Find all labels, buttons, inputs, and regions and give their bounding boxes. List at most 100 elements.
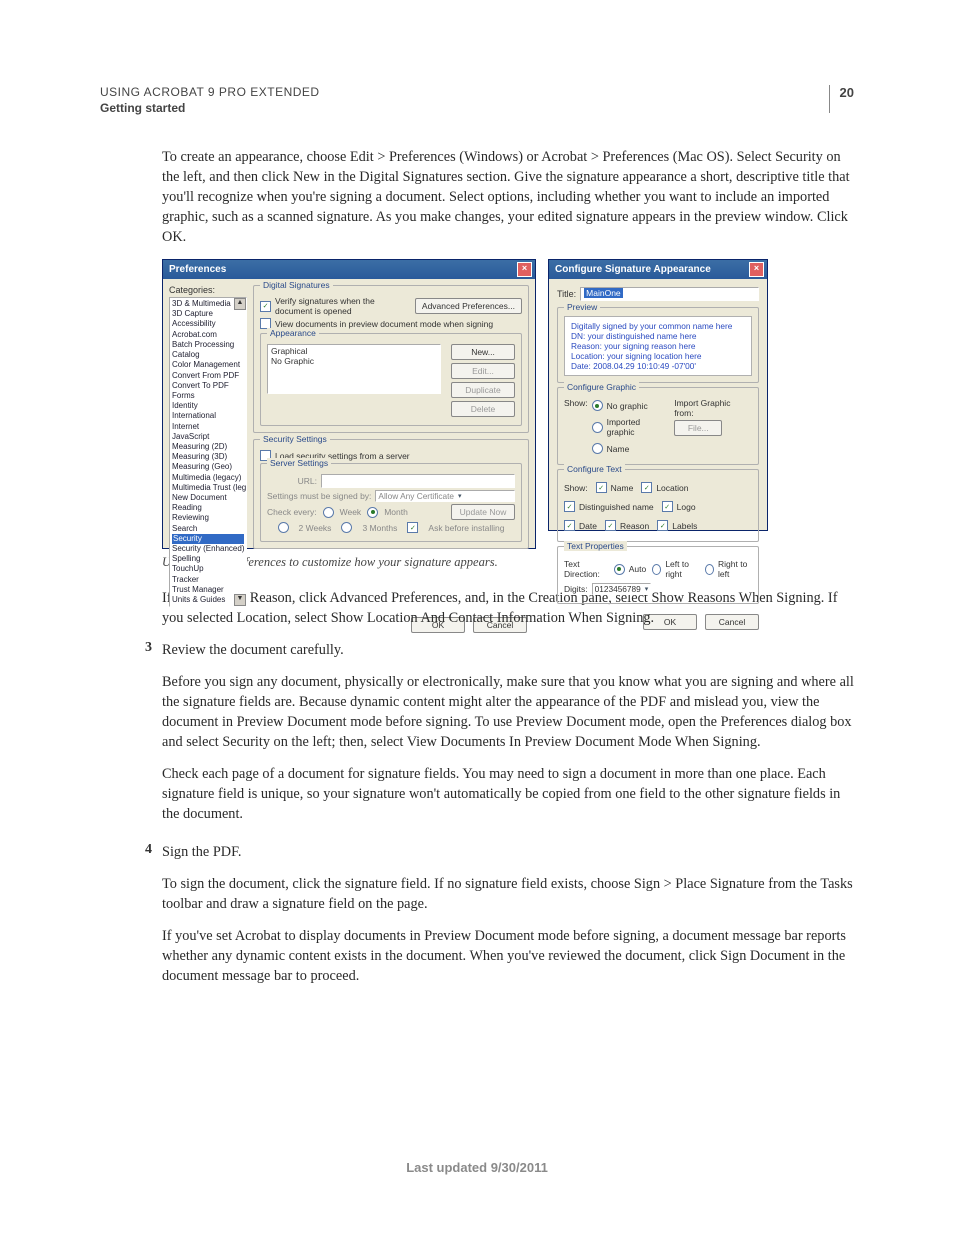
list-item[interactable]: Reviewing — [172, 513, 244, 523]
close-icon[interactable]: × — [517, 262, 532, 277]
graphic-row: Show: No graphic Imported graphic Name I… — [564, 398, 752, 456]
list-item[interactable]: Catalog — [172, 350, 244, 360]
group-title: Configure Graphic — [564, 382, 639, 392]
list-item[interactable]: Convert From PDF — [172, 371, 244, 381]
list-item[interactable]: Internet — [172, 422, 244, 432]
list-item[interactable]: International — [172, 411, 244, 421]
preview-line: Reason: your signing reason here — [571, 341, 745, 351]
date-checkbox[interactable]: ✓ — [564, 520, 575, 531]
group-title: Server Settings — [267, 458, 331, 468]
check-week-radio[interactable] — [323, 507, 334, 518]
step-number: 4 — [140, 842, 152, 998]
dir-rtl-radio[interactable] — [705, 564, 714, 575]
dir-ltr-radio[interactable] — [652, 564, 661, 575]
title-value: MainOne — [584, 288, 623, 298]
group-title: Appearance — [267, 328, 319, 338]
appearance-row: Graphical No Graphic New... Edit... Dupl… — [267, 344, 515, 417]
list-item[interactable]: Security (Enhanced) — [172, 544, 244, 554]
new-button[interactable]: New... — [451, 344, 515, 360]
list-item[interactable]: Measuring (2D) — [172, 442, 244, 452]
header-section: Getting started — [100, 101, 320, 115]
list-item[interactable]: No Graphic — [271, 356, 437, 366]
page-header: USING ACROBAT 9 PRO EXTENDED Getting sta… — [100, 85, 854, 115]
url-input[interactable] — [321, 474, 515, 488]
list-item[interactable]: Reading — [172, 503, 244, 513]
imported-graphic-radio[interactable] — [592, 422, 603, 433]
reason-checkbox[interactable]: ✓ — [605, 520, 616, 531]
list-item[interactable]: Multimedia (legacy) — [172, 473, 244, 483]
verify-checkbox[interactable]: ✓ — [260, 301, 271, 312]
group-title: Preview — [564, 302, 600, 312]
list-item[interactable]: Spelling — [172, 554, 244, 564]
name-checkbox[interactable]: ✓ — [596, 482, 607, 493]
no-graphic-radio[interactable] — [592, 400, 603, 411]
viewdocs-label: View documents in preview document mode … — [275, 319, 493, 329]
list-item[interactable]: New Document — [172, 493, 244, 503]
list-item[interactable]: Measuring (Geo) — [172, 462, 244, 472]
list-item[interactable]: Forms — [172, 391, 244, 401]
signedby-dropdown[interactable]: Allow Any Certificate ▾ — [375, 490, 515, 502]
location-checkbox[interactable]: ✓ — [641, 482, 652, 493]
ask-checkbox[interactable]: ✓ — [407, 522, 418, 533]
list-item[interactable]: Tracker — [172, 575, 244, 585]
delete-button[interactable]: Delete — [451, 401, 515, 417]
import-from-label: Import Graphic from: — [674, 398, 752, 418]
opt-label: Reason — [620, 521, 649, 531]
footer-last-updated: Last updated 9/30/2011 — [0, 1160, 954, 1175]
page: USING ACROBAT 9 PRO EXTENDED Getting sta… — [0, 0, 954, 1235]
opt-label: Week — [340, 507, 362, 517]
preview-line: DN: your distinguished name here — [571, 331, 745, 341]
header-left: USING ACROBAT 9 PRO EXTENDED Getting sta… — [100, 85, 320, 115]
check-month-radio[interactable] — [367, 507, 378, 518]
list-item[interactable]: Search — [172, 524, 244, 534]
list-item[interactable]: Measuring (3D) — [172, 452, 244, 462]
file-button[interactable]: File... — [674, 420, 722, 436]
list-item[interactable]: JavaScript — [172, 432, 244, 442]
config-titlebar: Configure Signature Appearance × — [549, 260, 767, 279]
scroll-up-icon[interactable]: ▲ — [234, 298, 246, 310]
edit-button[interactable]: Edit... — [451, 363, 515, 379]
title-row: Title: MainOne — [557, 287, 759, 301]
categories-list[interactable]: ▲ 3D & Multimedia 3D Capture Accessibili… — [169, 297, 247, 607]
list-item[interactable]: Identity — [172, 401, 244, 411]
advanced-preferences-button[interactable]: Advanced Preferences... — [415, 298, 522, 314]
name-radio[interactable] — [592, 443, 603, 454]
preferences-title: Preferences — [169, 264, 226, 275]
appearance-list[interactable]: Graphical No Graphic — [267, 344, 441, 394]
update-now-button[interactable]: Update Now — [451, 504, 515, 520]
dir-auto-radio[interactable] — [614, 564, 625, 575]
list-item[interactable]: Accessibility — [172, 319, 244, 329]
close-icon[interactable]: × — [749, 262, 764, 277]
chevron-down-icon: ▾ — [458, 492, 462, 500]
list-item[interactable]: Acrobat.com — [172, 330, 244, 340]
duplicate-button[interactable]: Duplicate — [451, 382, 515, 398]
list-item-selected[interactable]: Security — [172, 534, 244, 544]
list-item[interactable]: Batch Processing — [172, 340, 244, 350]
list-item[interactable]: Multimedia Trust (legacy) — [172, 483, 244, 493]
step-para: Before you sign any document, physically… — [162, 672, 854, 752]
list-item[interactable]: 3D Capture — [172, 309, 244, 319]
content: To create an appearance, choose Edit > P… — [100, 147, 854, 998]
digits-dropdown[interactable]: 0123456789 ▾ — [592, 583, 652, 595]
opt-label: Name — [611, 483, 634, 493]
title-input[interactable]: MainOne — [580, 287, 759, 301]
dn-checkbox[interactable]: ✓ — [564, 501, 575, 512]
list-item[interactable]: Graphical — [271, 346, 437, 356]
signedby-label: Settings must be signed by: — [267, 491, 371, 501]
step-title: Review the document carefully. — [162, 640, 854, 660]
opt-label: Month — [384, 507, 408, 517]
show-label: Show: — [564, 398, 588, 408]
digits-value: 0123456789 — [595, 584, 641, 594]
list-item[interactable]: Color Management — [172, 360, 244, 370]
cancel-button[interactable]: Cancel — [705, 614, 759, 630]
check-3months-radio[interactable] — [341, 522, 352, 533]
url-label: URL: — [267, 476, 317, 486]
labels-checkbox[interactable]: ✓ — [657, 520, 668, 531]
list-item[interactable]: TouchUp — [172, 564, 244, 574]
config-body: Title: MainOne Preview Digitally signed … — [549, 279, 767, 610]
logo-checkbox[interactable]: ✓ — [662, 501, 673, 512]
list-item[interactable]: Convert To PDF — [172, 381, 244, 391]
check-2weeks-radio[interactable] — [278, 522, 289, 533]
step-4: 4 Sign the PDF. To sign the document, cl… — [140, 842, 854, 998]
scroll-down-icon[interactable]: ▼ — [234, 594, 246, 606]
